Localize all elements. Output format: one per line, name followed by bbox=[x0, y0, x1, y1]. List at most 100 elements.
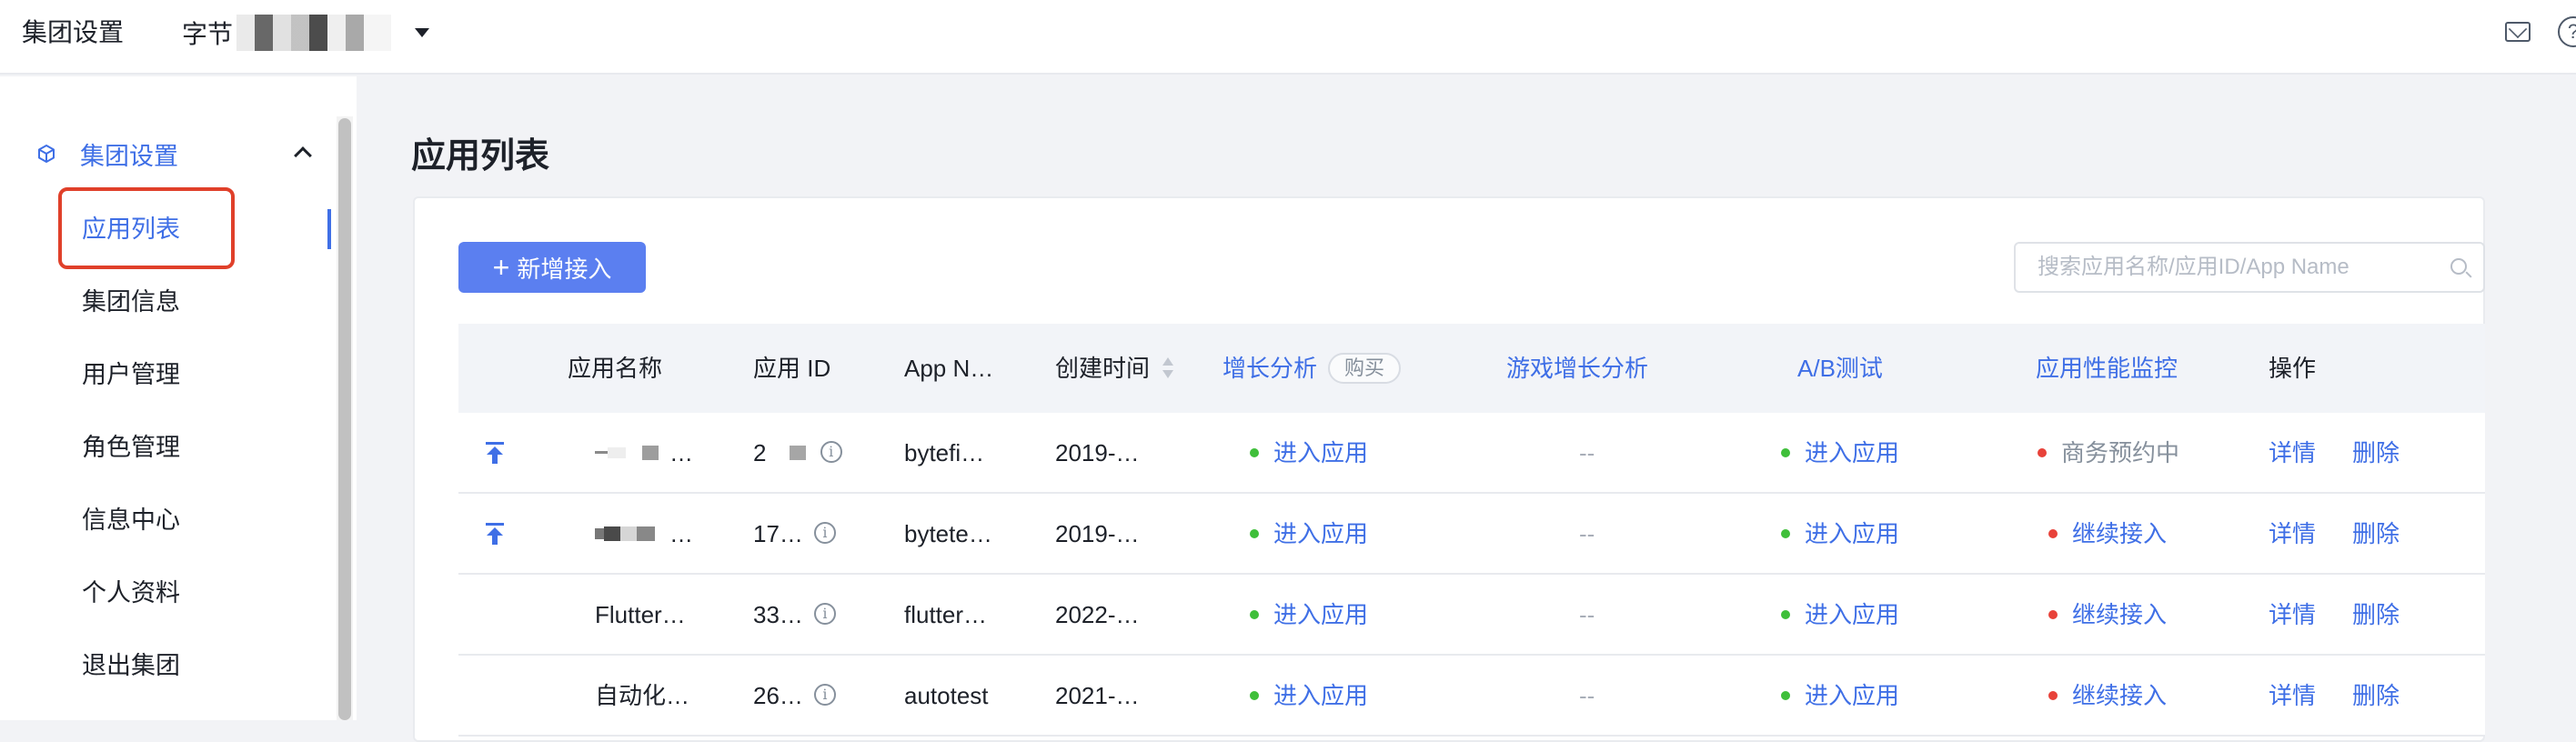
buy-tag[interactable]: 购买 bbox=[1328, 353, 1402, 385]
game-growth-cell: -- bbox=[1579, 520, 1595, 547]
sidebar-item-user-management[interactable]: 用户管理 bbox=[82, 356, 180, 393]
detail-link[interactable]: 详情 bbox=[2269, 656, 2316, 737]
growth-enter-link[interactable]: 进入应用 bbox=[1250, 575, 1368, 656]
detail-link[interactable]: 详情 bbox=[2269, 494, 2316, 575]
table-header: 应用名称 应用 ID App N… 创建时间 增长分析 购买 游戏增长分析 A/B… bbox=[458, 324, 2485, 413]
app-id-cell: 33… i bbox=[753, 575, 836, 656]
created-time-cell: 2019-… bbox=[1055, 439, 1140, 466]
sidebar-item-profile[interactable]: 个人资料 bbox=[82, 575, 180, 611]
ab-enter-link[interactable]: 进入应用 bbox=[1781, 656, 1899, 737]
created-time-cell: 2021-… bbox=[1055, 682, 1140, 709]
growth-enter-link[interactable]: 进入应用 bbox=[1250, 656, 1368, 737]
sidebar: 集团设置 应用列表 集团信息 用户管理 角色管理 信息中心 个人资料 退出集团 bbox=[0, 76, 357, 720]
detail-link[interactable]: 详情 bbox=[2269, 413, 2316, 494]
app-id-cell: 2 i bbox=[753, 413, 842, 494]
info-icon[interactable]: i bbox=[813, 522, 836, 545]
status-dot bbox=[2048, 529, 2058, 539]
search-box[interactable] bbox=[2014, 242, 2485, 293]
info-icon[interactable]: i bbox=[820, 441, 842, 464]
game-growth-cell: -- bbox=[1579, 601, 1595, 628]
apm-continue-link[interactable]: 继续接入 bbox=[2048, 656, 2167, 737]
help-icon[interactable]: ? bbox=[2558, 16, 2576, 47]
active-indicator bbox=[327, 209, 331, 249]
redacted-org-name bbox=[236, 15, 392, 51]
created-time-cell: 2022-… bbox=[1055, 601, 1140, 628]
info-icon[interactable]: i bbox=[813, 603, 836, 626]
sidebar-item-leave-group[interactable]: 退出集团 bbox=[82, 647, 180, 684]
redacted-app-name bbox=[595, 446, 659, 461]
app-name-en-cell: bytefi… bbox=[904, 439, 985, 466]
col-created-time[interactable]: 创建时间 bbox=[1055, 324, 1174, 413]
col-ab-test: A/B测试 bbox=[1797, 355, 1883, 382]
redacted-app-name bbox=[595, 526, 655, 542]
header-title: 集团设置 bbox=[22, 18, 125, 46]
ab-enter-link[interactable]: 进入应用 bbox=[1781, 413, 1899, 494]
redacted-app-id bbox=[789, 446, 806, 461]
delete-link[interactable]: 删除 bbox=[2352, 656, 2400, 737]
app-id-cell: 26… i bbox=[753, 656, 836, 737]
table-row: … 2 i bytefi… 2019-… 进入应用 -- 进入应用 商务预约中 … bbox=[458, 413, 2485, 494]
table-row: Flutter… 33… i flutter… 2022-… 进入应用 -- 进入… bbox=[458, 575, 2485, 656]
app-id-cell: 17… i bbox=[753, 494, 836, 575]
sidebar-group-settings[interactable]: 集团设置 bbox=[36, 131, 312, 176]
col-growth-analysis: 增长分析 购买 bbox=[1223, 324, 1402, 413]
plus-icon: + bbox=[492, 251, 510, 284]
col-apm: 应用性能监控 bbox=[2036, 355, 2179, 382]
pin-top-icon[interactable] bbox=[486, 442, 504, 464]
game-growth-cell: -- bbox=[1579, 682, 1595, 709]
app-name-cell: … bbox=[593, 494, 693, 575]
sidebar-group-label: 集团设置 bbox=[80, 142, 178, 170]
top-bar: 集团设置 字节 ? bbox=[0, 0, 2576, 75]
pin-top-icon[interactable] bbox=[486, 523, 504, 545]
game-growth-cell: -- bbox=[1579, 439, 1595, 466]
apm-continue-link[interactable]: 继续接入 bbox=[2048, 494, 2167, 575]
search-icon[interactable] bbox=[2450, 258, 2467, 275]
ab-enter-link[interactable]: 进入应用 bbox=[1781, 494, 1899, 575]
status-dot bbox=[2048, 691, 2058, 701]
status-dot bbox=[2038, 448, 2047, 458]
app-name-cell: 自动化… bbox=[595, 682, 690, 709]
app-name-en-cell: flutter… bbox=[904, 601, 988, 628]
status-dot bbox=[2048, 610, 2058, 620]
delete-link[interactable]: 删除 bbox=[2352, 494, 2400, 575]
status-dot bbox=[1250, 529, 1259, 539]
org-switcher[interactable]: 字节 bbox=[182, 13, 430, 53]
sidebar-item-group-info[interactable]: 集团信息 bbox=[82, 284, 180, 320]
highlight-annotation bbox=[58, 187, 235, 269]
apm-status: 商务预约中 bbox=[2038, 413, 2179, 494]
detail-link[interactable]: 详情 bbox=[2269, 575, 2316, 656]
info-icon[interactable]: i bbox=[813, 684, 836, 707]
chevron-up-icon[interactable] bbox=[294, 146, 312, 165]
delete-link[interactable]: 删除 bbox=[2352, 575, 2400, 656]
col-app-name: 应用名称 bbox=[568, 355, 663, 382]
apm-continue-link[interactable]: 继续接入 bbox=[2048, 575, 2167, 656]
sidebar-item-role-management[interactable]: 角色管理 bbox=[82, 429, 180, 466]
cube-icon bbox=[36, 144, 56, 164]
growth-enter-link[interactable]: 进入应用 bbox=[1250, 494, 1368, 575]
sidebar-scrollbar-thumb[interactable] bbox=[338, 118, 351, 720]
col-operations: 操作 bbox=[2269, 355, 2317, 382]
org-name: 字节 bbox=[182, 20, 234, 48]
status-dot bbox=[1250, 448, 1259, 458]
created-time-cell: 2019-… bbox=[1055, 520, 1140, 547]
app-name-cell: … bbox=[593, 413, 693, 494]
status-dot bbox=[1250, 691, 1259, 701]
status-dot bbox=[1781, 529, 1790, 539]
delete-link[interactable]: 删除 bbox=[2352, 413, 2400, 494]
caret-down-icon[interactable] bbox=[415, 28, 430, 37]
app-name-cell: Flutter… bbox=[595, 601, 686, 628]
search-input[interactable] bbox=[2038, 244, 2438, 291]
ab-enter-link[interactable]: 进入应用 bbox=[1781, 575, 1899, 656]
status-dot bbox=[1781, 448, 1790, 458]
app-name-en-cell: autotest bbox=[904, 682, 989, 709]
add-app-button[interactable]: + 新增接入 bbox=[458, 242, 646, 293]
growth-enter-link[interactable]: 进入应用 bbox=[1250, 413, 1368, 494]
col-created-label: 创建时间 bbox=[1055, 355, 1151, 382]
status-dot bbox=[1781, 691, 1790, 701]
col-app-name-en: App N… bbox=[904, 355, 994, 382]
mail-icon[interactable] bbox=[2505, 22, 2531, 42]
sort-icon[interactable] bbox=[1162, 356, 1174, 381]
col-app-id: 应用 ID bbox=[753, 355, 831, 382]
app-name-en-cell: bytete… bbox=[904, 520, 992, 547]
sidebar-item-message-center[interactable]: 信息中心 bbox=[82, 502, 180, 538]
